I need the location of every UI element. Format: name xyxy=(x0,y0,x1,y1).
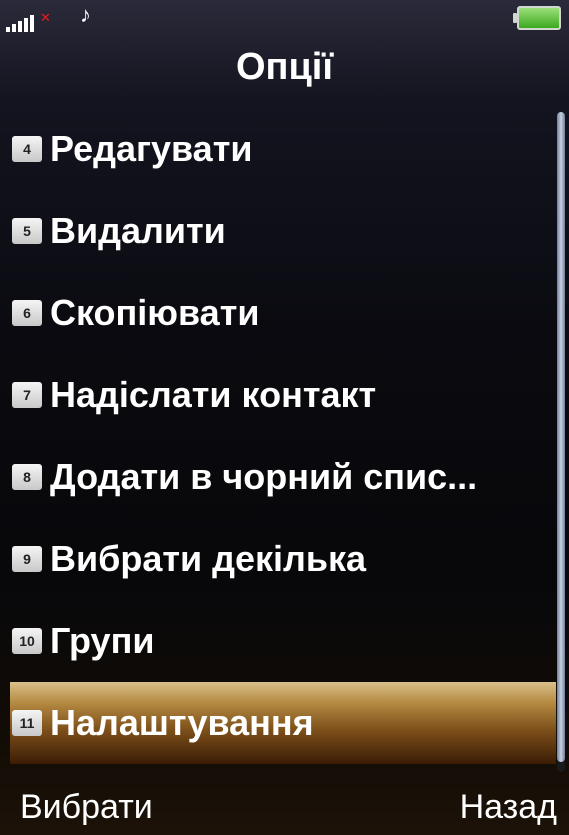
key-number-badge: 8 xyxy=(12,464,42,490)
menu-item-settings[interactable]: 11 Налаштування xyxy=(10,682,556,764)
key-number-badge: 11 xyxy=(12,710,42,736)
key-number-badge: 5 xyxy=(12,218,42,244)
key-number-badge: 4 xyxy=(12,136,42,162)
key-number-badge: 6 xyxy=(12,300,42,326)
phone-screen: ✕ ♪ Опції 4 Редагувати 5 Видалити 6 Скоп… xyxy=(0,0,569,835)
menu-item-label: Надіслати контакт xyxy=(50,374,377,415)
back-softkey[interactable]: Назад xyxy=(460,788,557,827)
menu-item-copy[interactable]: 6 Скопіювати xyxy=(0,272,556,354)
menu-item-delete[interactable]: 5 Видалити xyxy=(0,190,556,272)
battery-icon xyxy=(513,6,561,30)
menu-item-edit[interactable]: 4 Редагувати xyxy=(0,108,556,190)
menu-item-label: Групи xyxy=(50,620,155,661)
key-number-badge: 7 xyxy=(12,382,42,408)
scrollbar-thumb[interactable] xyxy=(557,112,565,762)
menu-item-label: Вибрати декілька xyxy=(50,538,367,579)
key-number-badge: 10 xyxy=(12,628,42,654)
menu-item-select-multiple[interactable]: 9 Вибрати декілька xyxy=(0,518,556,600)
menu-item-label: Додати в чорний спис... xyxy=(50,456,478,497)
music-note-icon: ♪ xyxy=(80,2,91,27)
menu-item-send-contact[interactable]: 7 Надіслати контакт xyxy=(0,354,556,436)
key-number-badge: 9 xyxy=(12,546,42,572)
menu-item-label: Налаштування xyxy=(50,702,314,743)
select-softkey[interactable]: Вибрати xyxy=(20,788,153,827)
page-title: Опції xyxy=(235,46,334,88)
signal-bars-icon xyxy=(6,12,38,32)
status-bar: ✕ ♪ xyxy=(0,0,569,38)
menu-item-label: Редагувати xyxy=(50,128,253,169)
scrollbar[interactable] xyxy=(557,112,565,772)
menu-item-add-blacklist[interactable]: 8 Додати в чорний спис... xyxy=(0,436,556,518)
menu-item-groups[interactable]: 10 Групи xyxy=(0,600,556,682)
options-menu: 4 Редагувати 5 Видалити 6 Скопіювати 7 Н… xyxy=(0,108,556,764)
no-sim-icon: ✕ xyxy=(40,10,51,25)
softkey-bar: Вибрати Назад xyxy=(0,775,569,835)
menu-item-label: Скопіювати xyxy=(50,292,260,333)
menu-item-label: Видалити xyxy=(50,210,226,251)
